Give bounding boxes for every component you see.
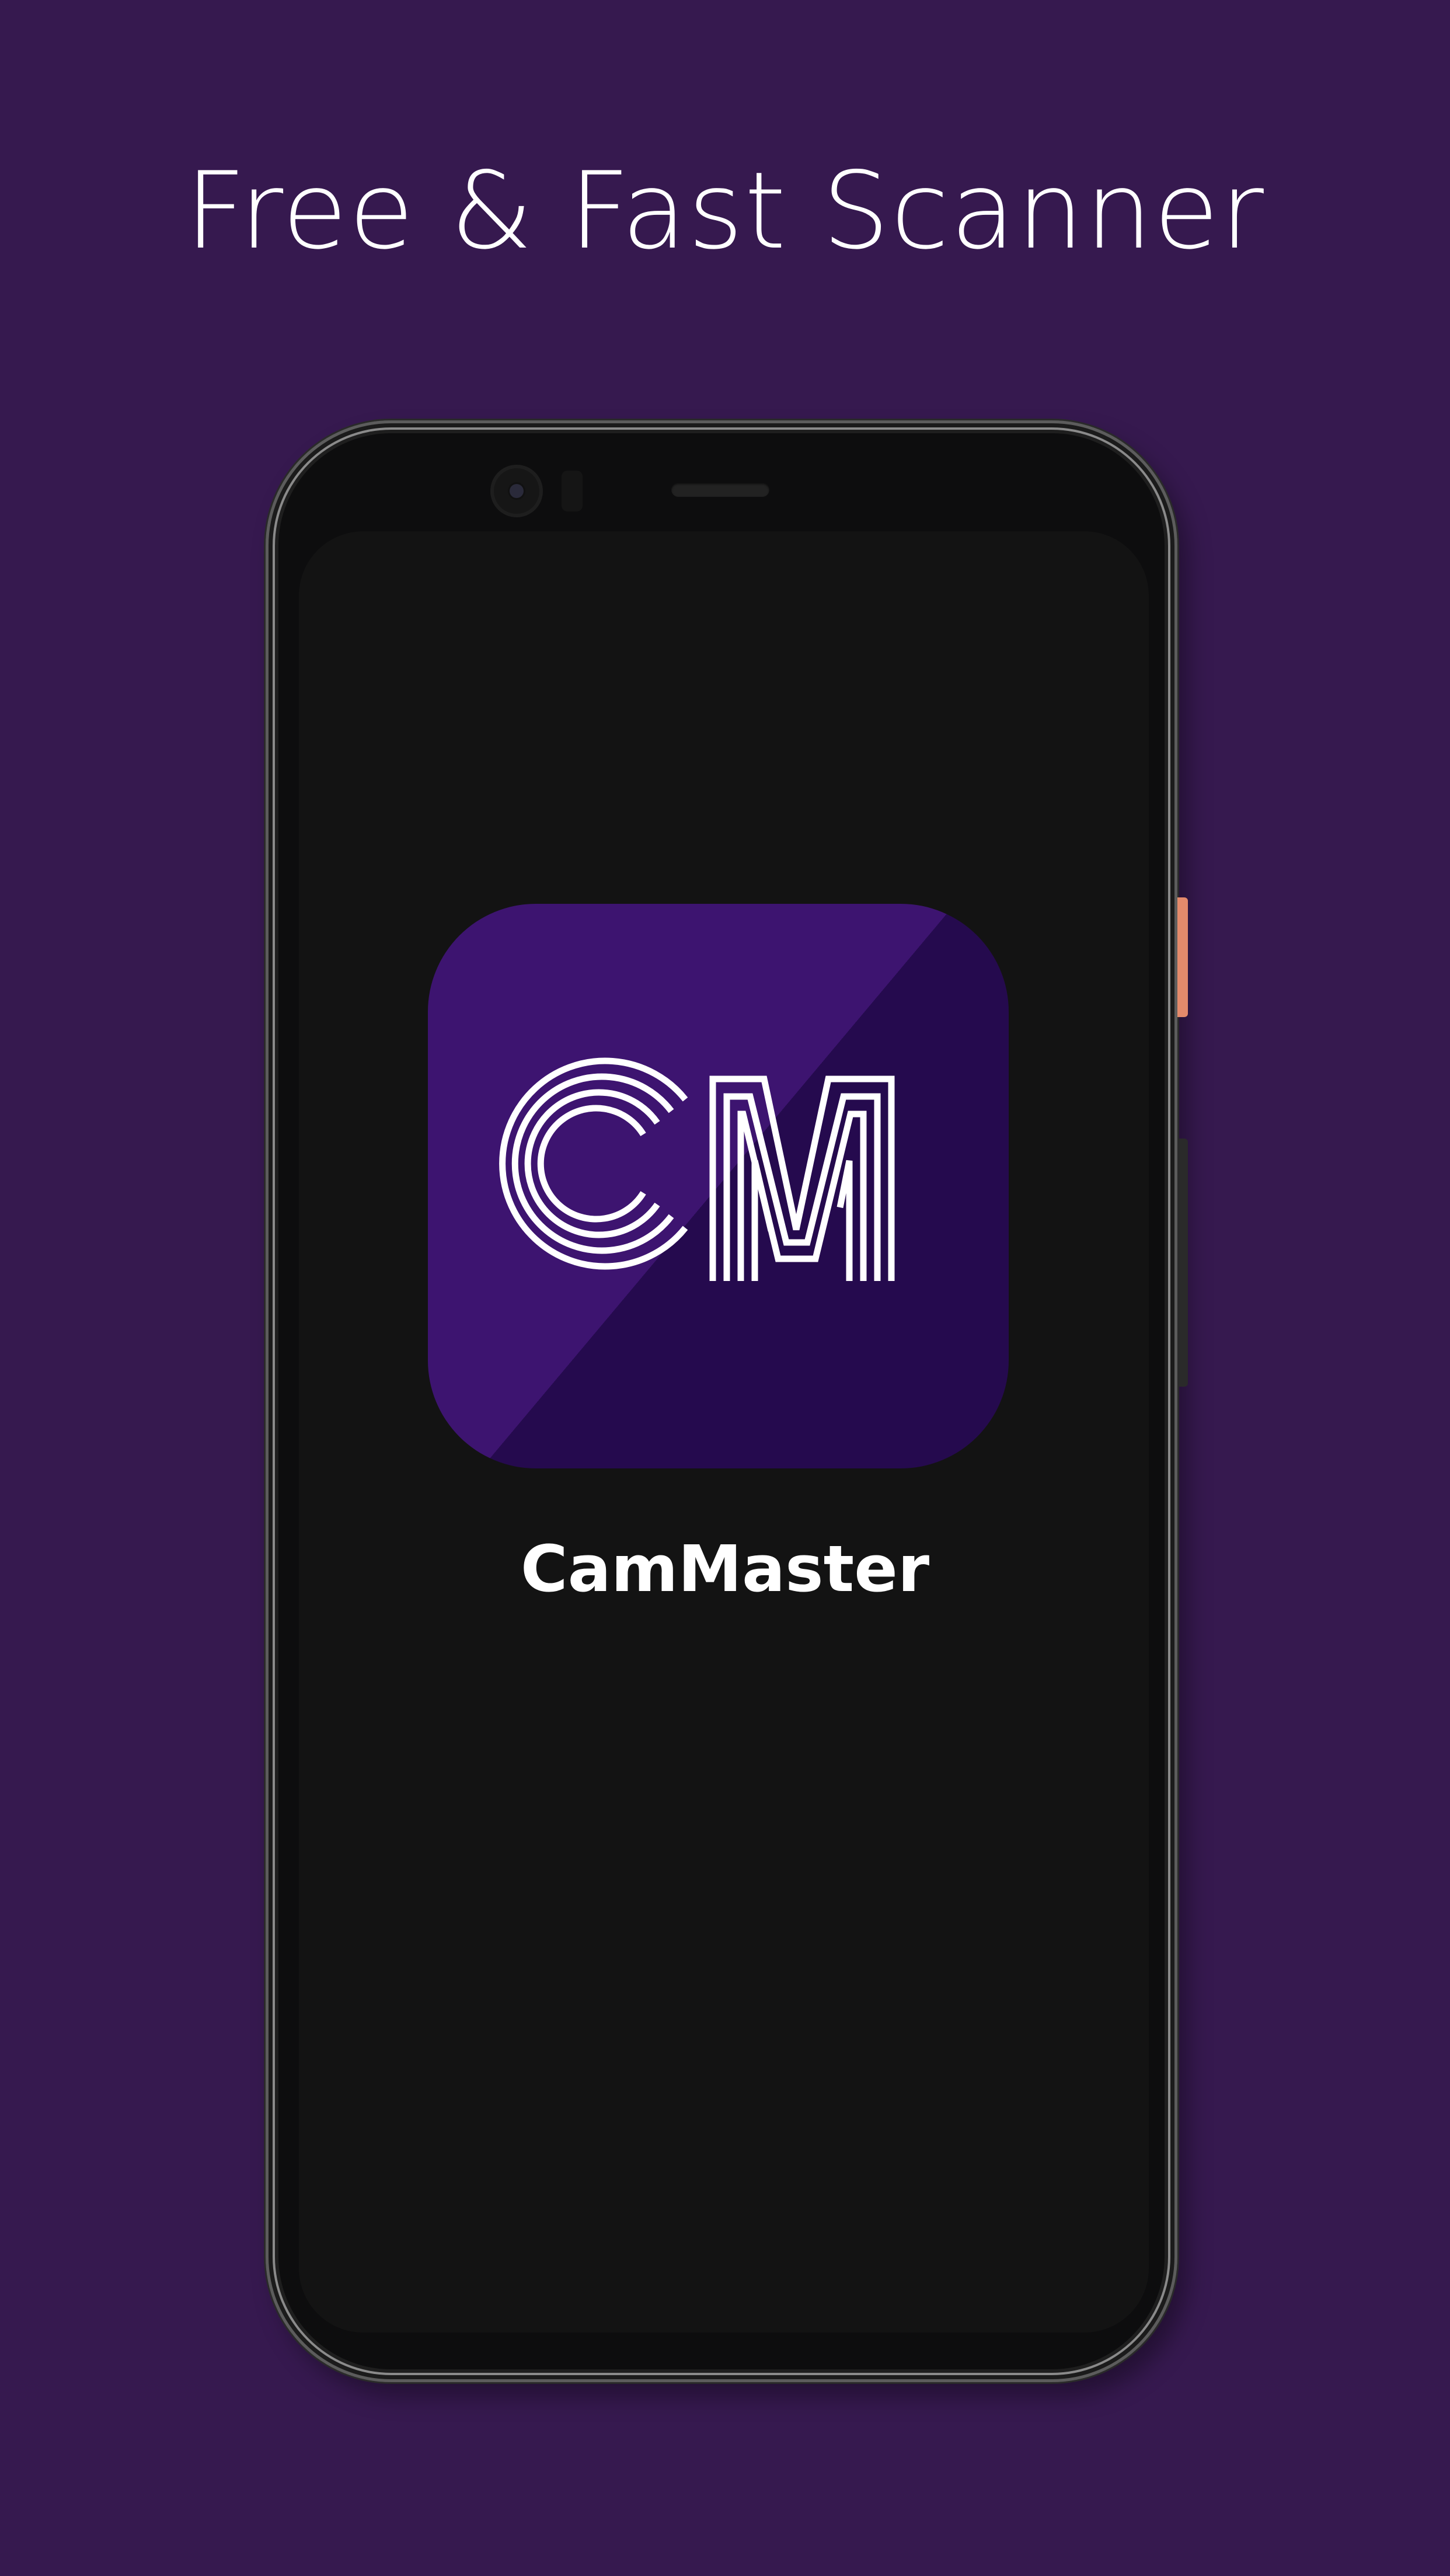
- app-name: CamMaster: [520, 1531, 930, 1606]
- headline: Free & Fast Scanner: [184, 149, 1265, 273]
- earpiece-speaker: [671, 483, 769, 497]
- cammaster-logo-icon[interactable]: [428, 904, 1009, 1468]
- front-camera-icon: [490, 465, 543, 517]
- power-button: [1177, 897, 1188, 1017]
- proximity-sensor: [562, 471, 583, 511]
- volume-button: [1177, 1139, 1188, 1387]
